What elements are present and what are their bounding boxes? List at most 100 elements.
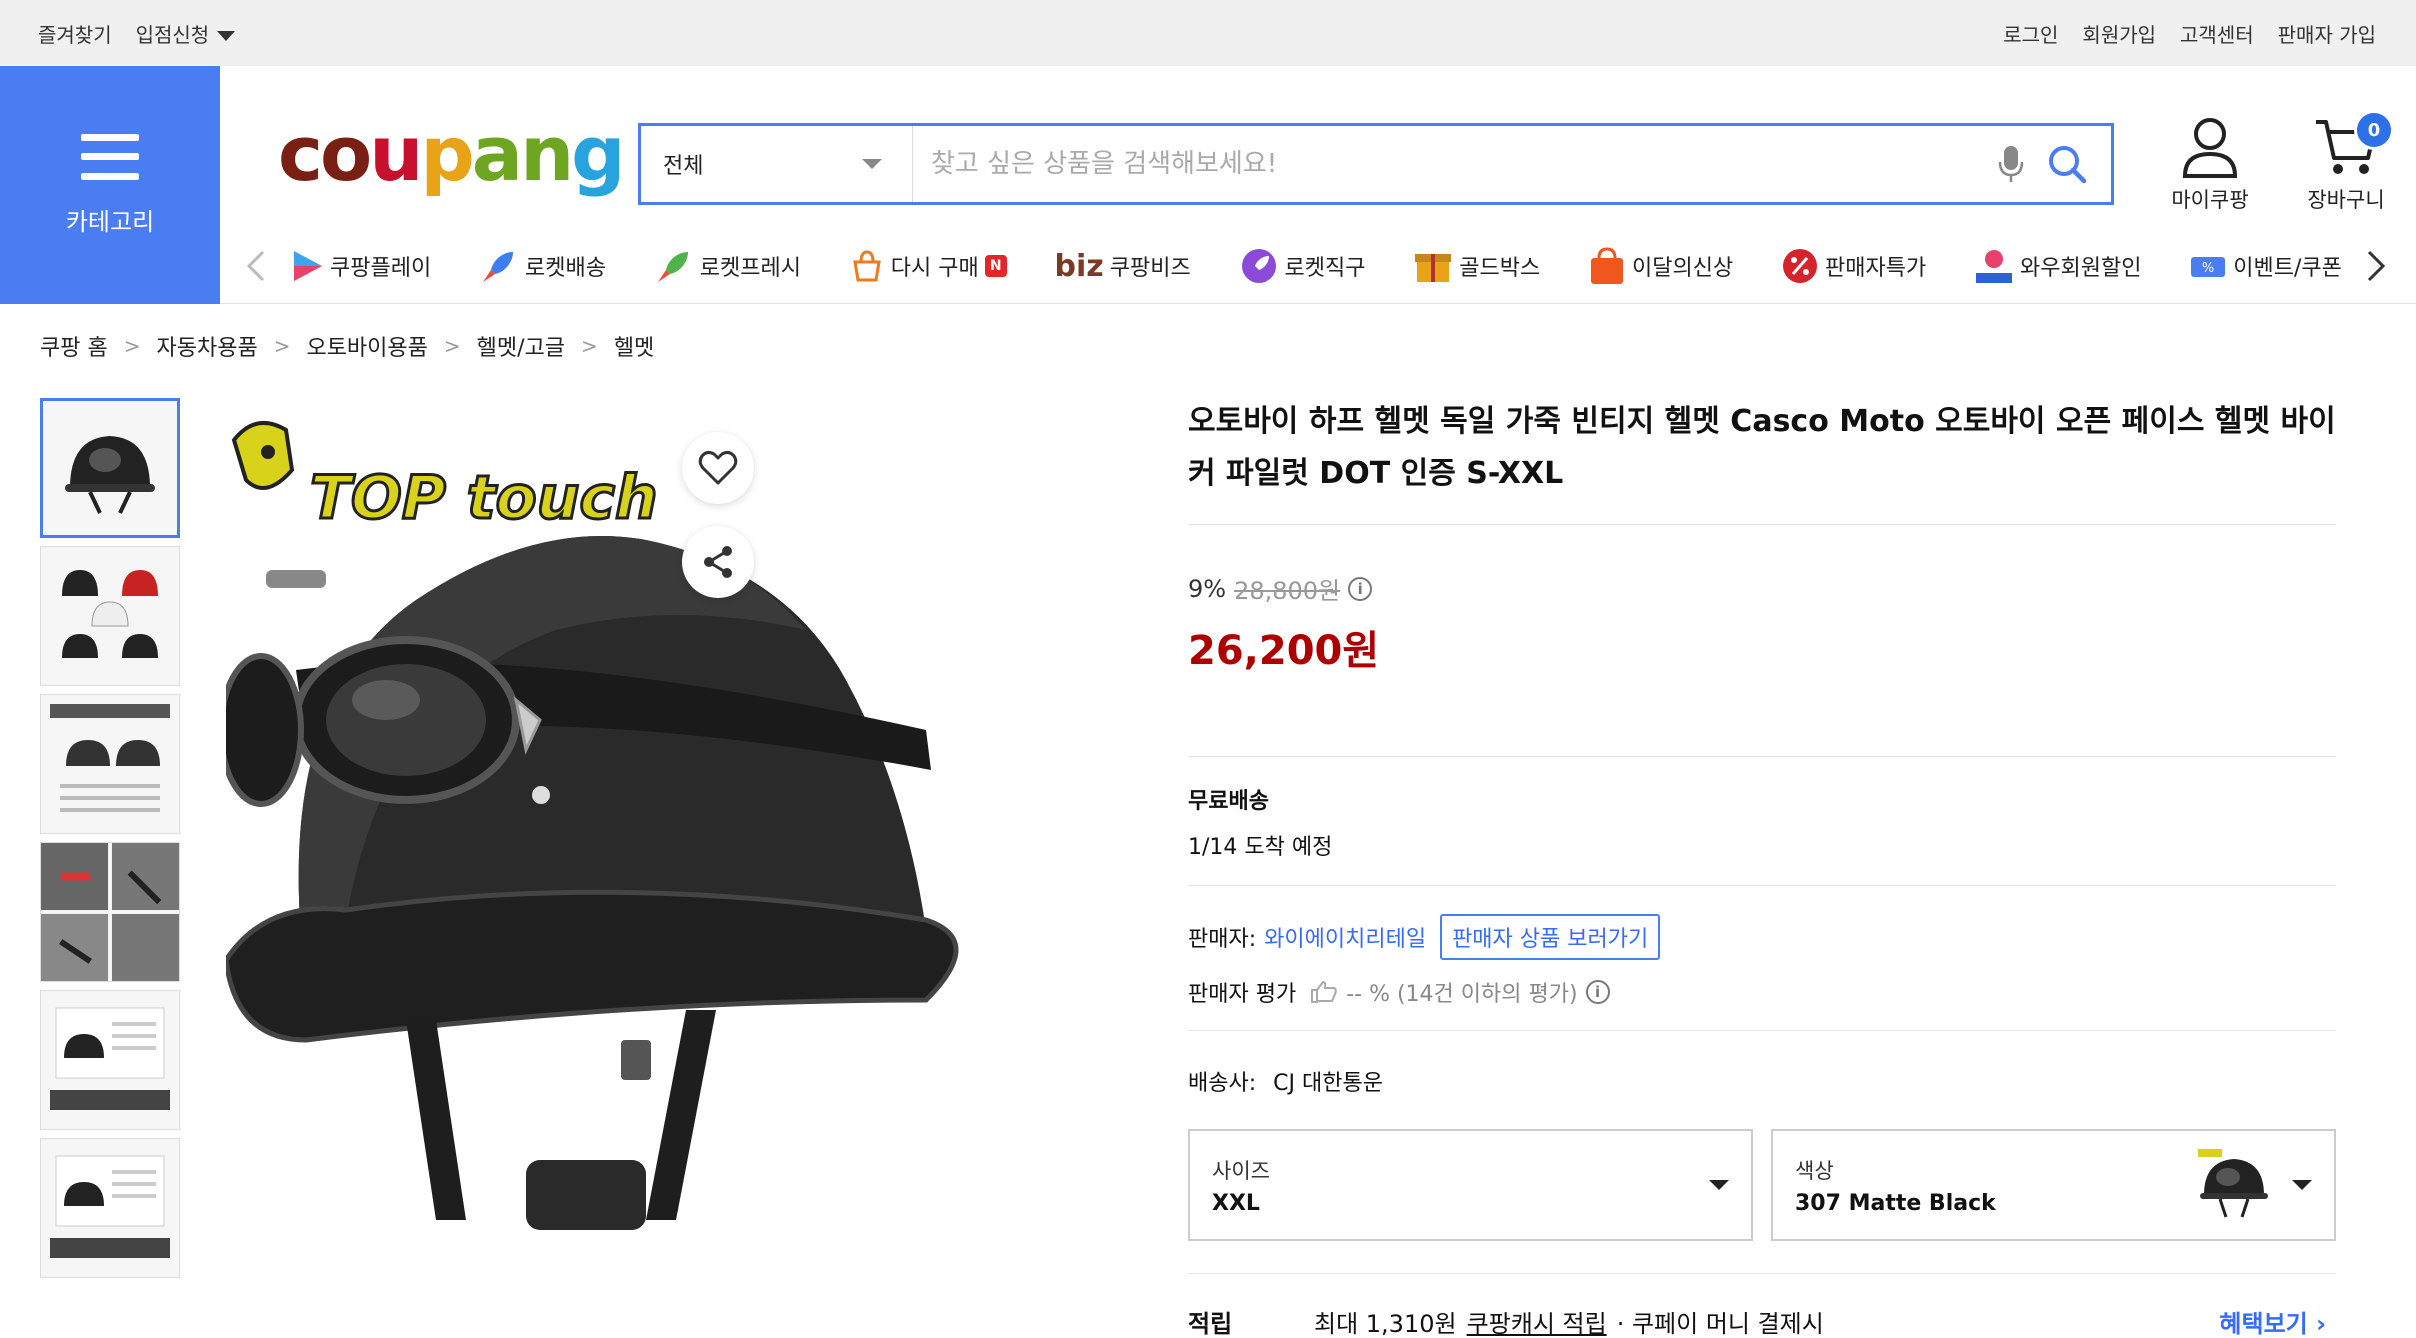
arrival-date: 1/14 도착 예정 <box>1188 835 1333 860</box>
chevron-down-icon <box>2292 1180 2312 1190</box>
caret-down-icon <box>217 31 236 41</box>
seller-section: 판매자: 와이에이치리테일 판매자 상품 보러가기 판매자 평가 -- % (1… <box>1188 886 2336 1031</box>
user-icon <box>2182 118 2238 178</box>
nav-label: 다시 구매 <box>890 256 979 281</box>
nav-item-goldbox[interactable]: 골드박스 <box>1413 246 1540 286</box>
new-bag-icon <box>1591 247 1624 284</box>
discount-rate: 9% <box>1188 574 1227 603</box>
wishlist-button[interactable] <box>682 432 754 504</box>
price-section: 9% 28,800원 i 26,200원 <box>1188 525 2336 757</box>
nav-item-event-coupon[interactable]: % 이벤트/쿠폰 <box>2189 250 2342 282</box>
nav-label: 판매자특가 <box>1825 256 1927 281</box>
nav-item-rocket-global[interactable]: 로켓직구 <box>1239 246 1366 286</box>
breadcrumb-item[interactable]: 쿠팡 홈 <box>40 330 108 362</box>
nav-label: 로켓배송 <box>525 256 606 281</box>
breadcrumb-item[interactable]: 오토바이용품 <box>306 330 427 362</box>
chevron-right-icon: > <box>273 334 291 358</box>
thumbs-up-icon <box>1311 980 1337 1003</box>
favorites-link[interactable]: 즐겨찾기 <box>38 19 112 48</box>
color-select[interactable]: 색상 307 Matte Black <box>1771 1129 2336 1241</box>
coupang-logo[interactable]: coupang <box>278 116 626 192</box>
seller-apply-menu[interactable]: 입점신청 <box>136 19 236 48</box>
chevron-right-icon: > <box>581 334 598 358</box>
hamburger-icon <box>81 133 139 180</box>
thumbnail-2[interactable] <box>40 546 180 686</box>
microphone-icon[interactable] <box>1983 136 2039 192</box>
search-category-select[interactable]: 전체 <box>641 126 913 202</box>
chevron-right-icon: › <box>2316 1310 2326 1338</box>
nav-item-wow-discount[interactable]: 와우회원할인 <box>1974 247 2142 285</box>
thumbnail-3[interactable] <box>40 694 180 834</box>
seller-name-link[interactable]: 와이에이치리테일 <box>1264 921 1426 953</box>
carrier-row: 배송사: CJ 대한통운 <box>1188 1031 2336 1129</box>
option-selectors: 사이즈 XXL 색상 307 Matte Black <box>1188 1129 2336 1241</box>
breadcrumb-item[interactable]: 헬멧 <box>614 330 654 362</box>
search-icon[interactable] <box>2039 136 2095 192</box>
nav-item-coupang-play[interactable]: 쿠팡플레이 <box>290 249 431 283</box>
nav-next-arrow[interactable] <box>2356 250 2396 282</box>
rocket-icon <box>483 252 513 282</box>
nav-label: 로켓프레시 <box>699 256 801 281</box>
thumbnail-list <box>40 398 180 1278</box>
benefit-link-label: 혜택보기 <box>2219 1310 2308 1338</box>
seller-signup-link[interactable]: 판매자 가입 <box>2278 19 2376 48</box>
reward-amount: 최대 1,310원 <box>1314 1310 1457 1338</box>
seller-label: 판매자: <box>1188 927 1257 952</box>
nav-item-seller-deal[interactable]: 판매자특가 <box>1781 247 1926 285</box>
seller-products-button[interactable]: 판매자 상품 보러가기 <box>1440 914 1661 960</box>
rocket-global-icon <box>1241 249 1276 283</box>
info-icon[interactable]: i <box>1585 980 1610 1004</box>
seller-apply-label: 입점신청 <box>135 22 210 47</box>
nav-item-rocket-delivery[interactable]: 로켓배송 <box>479 246 606 286</box>
share-button[interactable] <box>682 526 754 598</box>
biz-icon: biz <box>1054 248 1104 284</box>
nav-item-rocket-fresh[interactable]: 로켓프레시 <box>654 246 801 286</box>
thumbnail-4[interactable] <box>40 842 180 982</box>
seller-rating-value: -- % (14건 이하의 평가) <box>1346 982 1578 1007</box>
goldbox-icon <box>1415 254 1452 282</box>
size-label: 사이즈 <box>1212 1158 1270 1183</box>
brand-overlay-text: TOP touch <box>310 463 658 533</box>
new-badge: N <box>984 255 1007 277</box>
top-utility-bar: 즐겨찾기 입점신청 로그인 회원가입 고객센터 판매자 가입 <box>0 0 2416 66</box>
benefit-link[interactable]: 혜택보기 › <box>2219 1304 2326 1338</box>
nav-item-monthly-new[interactable]: 이달의신상 <box>1588 246 1733 286</box>
nav-label: 쿠팡플레이 <box>330 256 432 281</box>
main-product-image[interactable]: TOP touch <box>218 400 1106 1300</box>
customer-center-link[interactable]: 고객센터 <box>2180 19 2254 48</box>
signup-link[interactable]: 회원가입 <box>2082 19 2156 48</box>
thumbnail-5[interactable] <box>40 990 180 1130</box>
nav-item-coupang-biz[interactable]: biz 쿠팡비즈 <box>1055 249 1191 284</box>
nav-label: 골드박스 <box>1459 256 1541 281</box>
coupon-icon: % <box>2191 257 2226 277</box>
category-menu-button[interactable]: 카테고리 <box>0 66 220 304</box>
rebuy-icon <box>852 250 881 282</box>
cart-label: 장바구니 <box>2307 188 2385 212</box>
my-coupang-label: 마이쿠팡 <box>2171 188 2249 212</box>
nav-item-rebuy[interactable]: 다시 구매 N <box>849 248 1007 284</box>
thumbnail-6[interactable] <box>40 1138 180 1278</box>
my-coupang-button[interactable]: 마이쿠팡 <box>2160 116 2260 214</box>
chevron-right-icon: > <box>123 334 141 358</box>
carrier-label: 배송사: <box>1188 1071 1257 1096</box>
size-select[interactable]: 사이즈 XXL <box>1188 1129 1753 1241</box>
category-nav: 쿠팡플레이 로켓배송 로켓프레시 다시 구매 N biz 쿠팡비즈 로켓직구 골… <box>236 238 2396 294</box>
breadcrumb-item[interactable]: 헬멧/고글 <box>477 330 565 362</box>
coupang-cash-link[interactable]: 쿠팡캐시 적립 <box>1467 1304 1607 1338</box>
chevron-right-icon: > <box>443 334 461 358</box>
shipping-type: 무료배송 <box>1188 789 1269 814</box>
rewards-row: 적립 최대 1,310원 쿠팡캐시 적립 · 쿠페이 머니 결제시 혜택보기 › <box>1188 1273 2336 1338</box>
search-input[interactable] <box>913 126 1983 202</box>
cart-button[interactable]: 장바구니 0 <box>2296 110 2396 214</box>
chevron-down-icon <box>1709 1180 1729 1190</box>
nav-label: 로켓직구 <box>1284 256 1366 281</box>
login-link[interactable]: 로그인 <box>2003 19 2058 48</box>
nav-prev-arrow[interactable] <box>236 250 276 282</box>
thumbnail-1[interactable] <box>40 398 180 538</box>
info-icon[interactable]: i <box>1348 576 1373 601</box>
shipping-section: 무료배송 1/14 도착 예정 <box>1188 757 2336 886</box>
product-info-panel: 오토바이 하프 헬멧 독일 가죽 빈티지 헬멧 Casco Moto 오토바이 … <box>1188 396 2336 1338</box>
category-label: 카테고리 <box>65 207 155 236</box>
breadcrumb-item[interactable]: 자동차용품 <box>156 330 257 362</box>
reward-label: 적립 <box>1188 1310 1233 1338</box>
